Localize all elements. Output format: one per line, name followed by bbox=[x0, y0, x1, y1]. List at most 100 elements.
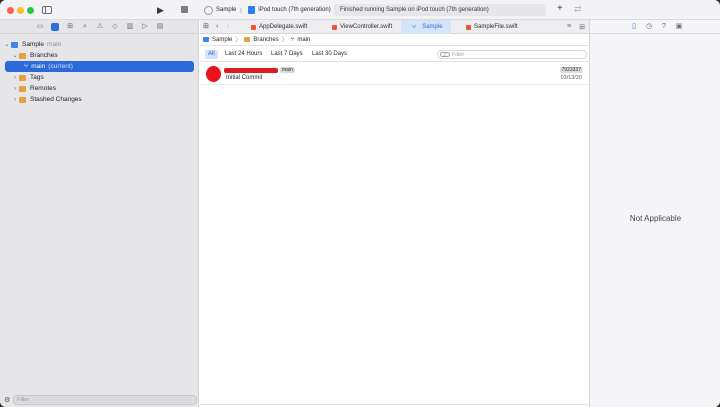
jumpbar-item[interactable]: Sample bbox=[212, 37, 232, 43]
folder-icon bbox=[19, 85, 26, 92]
xcode-window: ▶ Sample 〉 iPod touch (7th generation) F… bbox=[0, 0, 720, 407]
chevron-right-icon: 〉 bbox=[281, 38, 288, 44]
chevron-right-icon[interactable]: › bbox=[11, 75, 19, 81]
add-editor-icon[interactable]: ⊞ bbox=[579, 23, 585, 31]
navigator-sidebar: ▭ ⊞ ⌕ ⚠ ◇ ▥ ▷ ▤ ⌄ Sample main ⌄ Branches bbox=[0, 20, 199, 407]
scheme-icon bbox=[204, 5, 213, 15]
project-icon bbox=[203, 37, 209, 42]
chevron-right-icon[interactable]: › bbox=[11, 97, 19, 103]
test-icon[interactable]: ◇ bbox=[111, 23, 119, 31]
debug-icon[interactable]: ▥ bbox=[126, 23, 134, 31]
tab-viewcontroller[interactable]: ViewController.swift bbox=[328, 20, 403, 34]
chevron-right-icon: 〉 bbox=[239, 8, 246, 15]
chevron-down-icon[interactable]: ⌄ bbox=[11, 52, 19, 59]
range-all[interactable]: All bbox=[205, 50, 218, 59]
range-24h[interactable]: Last 24 Hours bbox=[222, 50, 265, 59]
commit-message: Initial Commit bbox=[226, 75, 263, 81]
forward-icon[interactable]: › bbox=[227, 23, 229, 31]
commit-date: 03/13/20 bbox=[560, 75, 582, 81]
commit-row[interactable]: main Initial Commit 7923337 03/13/20 bbox=[200, 63, 589, 85]
tree-row-branches[interactable]: ⌄ Branches bbox=[0, 50, 199, 61]
source-control-tree: ⌄ Sample main ⌄ Branches ⑂ main (current… bbox=[0, 39, 199, 105]
report-icon[interactable]: ▤ bbox=[156, 23, 164, 31]
editor-options: ≡ ⊞ bbox=[567, 23, 585, 31]
jump-bar: Sample 〉 Branches 〉 ⑂ main bbox=[200, 34, 589, 46]
activity-status: Finished running Sample on iPod touch (7… bbox=[334, 4, 546, 16]
symbol-icon[interactable]: ⊞ bbox=[66, 23, 74, 31]
scheme-selector[interactable]: Sample 〉 iPod touch (7th generation) bbox=[204, 4, 331, 16]
folder-icon[interactable]: ▭ bbox=[36, 23, 44, 31]
toolbar: ▶ Sample 〉 iPod touch (7th generation) F… bbox=[0, 0, 720, 20]
remotes-label: Remotes bbox=[30, 85, 57, 92]
history-search-input[interactable]: ≡ Filter bbox=[437, 50, 587, 59]
device-name: iPod touch (7th generation) bbox=[258, 7, 331, 13]
file-inspector-icon[interactable]: ▯ bbox=[630, 23, 638, 31]
editor-tab-bar: ⊞ ‹ › AppDelegate.swift ViewController.s… bbox=[200, 20, 589, 34]
editor-area: ⊞ ‹ › AppDelegate.swift ViewController.s… bbox=[200, 20, 589, 407]
folder-icon bbox=[19, 52, 26, 59]
chevron-right-icon: 〉 bbox=[235, 38, 242, 44]
branch-icon: ⑂ bbox=[412, 23, 417, 31]
folder-icon bbox=[19, 74, 26, 81]
tab-label: SampleFile.swift bbox=[474, 24, 518, 30]
folder-icon bbox=[19, 96, 26, 103]
filter-options-icon[interactable]: ≡ bbox=[440, 52, 450, 57]
range-7d[interactable]: Last 7 Days bbox=[268, 50, 306, 59]
zoom-window-button[interactable] bbox=[27, 7, 34, 14]
chevron-right-icon[interactable]: › bbox=[11, 86, 19, 92]
run-button-icon[interactable]: ▶ bbox=[157, 6, 164, 15]
minimize-window-button[interactable] bbox=[17, 7, 24, 14]
attributes-icon[interactable]: ▣ bbox=[675, 23, 683, 31]
filter-placeholder: Filter bbox=[17, 396, 30, 403]
stop-button-icon[interactable] bbox=[181, 6, 188, 13]
swap-editor-icon[interactable]: ⇄ bbox=[574, 5, 582, 14]
jumpbar-item[interactable]: main bbox=[297, 37, 310, 43]
tree-row-current-branch[interactable]: ⑂ main (current) bbox=[5, 61, 194, 72]
jumpbar-item[interactable]: Branches bbox=[253, 37, 278, 43]
back-icon[interactable]: ‹ bbox=[216, 23, 218, 31]
branches-label: Branches bbox=[30, 52, 58, 59]
history-icon[interactable]: ◷ bbox=[645, 23, 653, 31]
tree-row-stashed[interactable]: › Stashed Changes bbox=[0, 94, 199, 105]
folder-icon bbox=[244, 37, 251, 42]
tab-label: ViewController.swift bbox=[340, 24, 393, 30]
grid-icon[interactable]: ⊞ bbox=[203, 23, 209, 31]
redacted-author bbox=[224, 68, 278, 73]
tab-appdelegate[interactable]: AppDelegate.swift bbox=[247, 20, 319, 34]
branch-icon: ⑂ bbox=[24, 63, 29, 70]
settings-icon[interactable]: ⚙ bbox=[4, 396, 13, 404]
tab-sample[interactable]: ⑂ Sample bbox=[401, 20, 451, 34]
navigator-filter-input[interactable]: Filter bbox=[13, 394, 197, 405]
project-name: Sample bbox=[22, 41, 45, 48]
tags-label: Tags bbox=[30, 74, 44, 81]
navigator-tab-bar: ▭ ⊞ ⌕ ⚠ ◇ ▥ ▷ ▤ bbox=[0, 20, 199, 34]
avatar bbox=[206, 66, 221, 82]
chevron-down-icon[interactable]: ⌄ bbox=[3, 41, 11, 48]
editor-options-icon[interactable]: ≡ bbox=[567, 23, 571, 31]
help-icon[interactable]: ? bbox=[660, 23, 668, 31]
range-30d[interactable]: Last 30 Days bbox=[309, 50, 350, 59]
swift-file-icon bbox=[332, 24, 337, 30]
tab-samplefile[interactable]: SampleFile.swift bbox=[462, 20, 528, 34]
branch-badge: main bbox=[280, 67, 295, 73]
swift-file-icon bbox=[466, 24, 471, 30]
tree-row-project[interactable]: ⌄ Sample main bbox=[0, 39, 199, 50]
add-icon[interactable]: + bbox=[557, 4, 563, 14]
warning-icon[interactable]: ⚠ bbox=[96, 23, 104, 31]
breakpoint-icon[interactable]: ▷ bbox=[141, 23, 149, 31]
close-window-button[interactable] bbox=[7, 7, 14, 14]
project-icon bbox=[11, 41, 18, 48]
source-control-icon[interactable] bbox=[51, 23, 59, 31]
tab-label: Sample bbox=[422, 24, 443, 30]
tab-label: AppDelegate.swift bbox=[259, 24, 308, 30]
sidebar-toggle-icon[interactable] bbox=[42, 6, 52, 14]
scheme-name: Sample bbox=[216, 7, 237, 13]
find-icon[interactable]: ⌕ bbox=[81, 23, 89, 31]
current-tag: (current) bbox=[48, 63, 73, 70]
tree-row-remotes[interactable]: › Remotes bbox=[0, 83, 199, 94]
inspector-empty-label: Not Applicable bbox=[629, 214, 682, 223]
tree-row-tags[interactable]: › Tags bbox=[0, 72, 199, 83]
inspector-panel: ▯ ◷ ? ▣ Not Applicable bbox=[589, 20, 720, 407]
swift-file-icon bbox=[251, 24, 256, 30]
search-placeholder: Filter bbox=[452, 51, 465, 58]
